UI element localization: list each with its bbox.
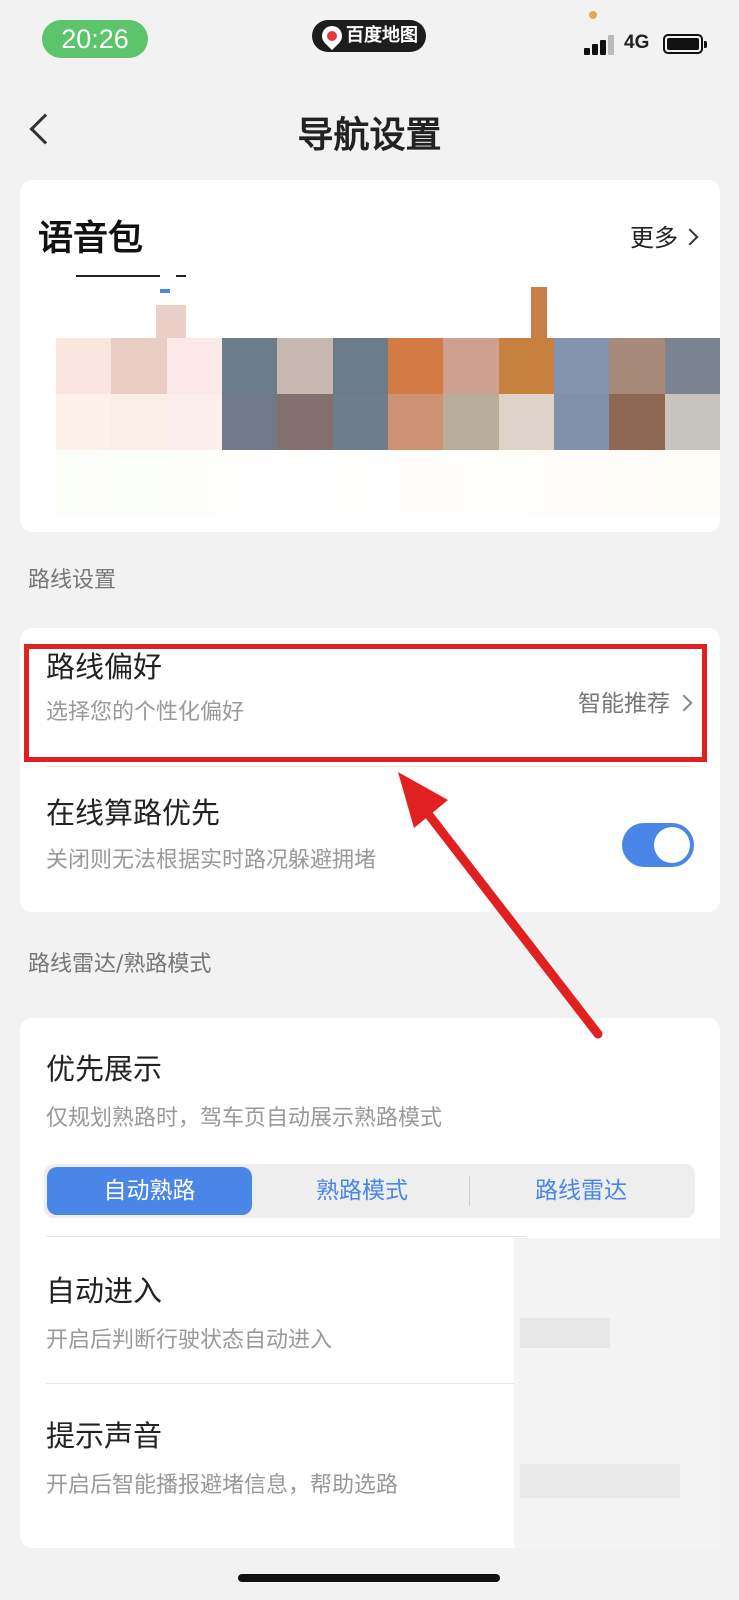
priority-display-segmented-control: 自动熟路 熟路模式 路线雷达 — [44, 1164, 695, 1218]
segment-route-radar[interactable]: 路线雷达 — [470, 1164, 692, 1218]
segment-familiar-mode[interactable]: 熟路模式 — [255, 1164, 469, 1218]
status-bar: 20:26 百度地图 4G — [0, 0, 739, 80]
voice-pack-thumbnails-top — [56, 275, 720, 339]
network-type: 4G — [624, 32, 650, 53]
priority-display-subtitle: 仅规划熟路时，驾车页自动展示熟路模式 — [46, 1106, 443, 1131]
nav-bar: 导航设置 — [0, 80, 739, 175]
toggle-knob — [654, 827, 690, 863]
section-label-route: 路线设置 — [28, 568, 117, 593]
divider — [46, 766, 694, 767]
app-indicator: 百度地图 — [312, 20, 426, 52]
blurred-region — [520, 1318, 610, 1348]
route-settings-card: 路线偏好 选择您的个性化偏好 智能推荐 在线算路优先 关闭则无法根据实时路况躲避… — [20, 628, 720, 912]
sound-title: 提示声音 — [46, 1419, 163, 1453]
auto-enter-title: 自动进入 — [46, 1274, 163, 1308]
status-time: 20:26 — [42, 20, 148, 58]
home-indicator[interactable] — [238, 1574, 500, 1582]
sound-subtitle: 开启后智能播报避堵信息，帮助选路 — [46, 1473, 399, 1498]
map-pin-icon — [317, 21, 347, 51]
radar-settings-card: 优先展示 仅规划熟路时，驾车页自动展示熟路模式 自动熟路 熟路模式 路线雷达 自… — [20, 1018, 720, 1548]
online-priority-row: 在线算路优先 关闭则无法根据实时路况躲避拥堵 — [20, 768, 720, 912]
blurred-region — [514, 1238, 720, 1548]
page-title: 导航设置 — [297, 115, 442, 156]
priority-display-title: 优先展示 — [46, 1052, 163, 1086]
app-name: 百度地图 — [346, 25, 418, 46]
segment-auto-familiar[interactable]: 自动熟路 — [47, 1167, 252, 1215]
voice-pack-title: 语音包 — [38, 219, 144, 259]
annotation-highlight-box — [24, 644, 707, 762]
more-label: 更多 — [630, 224, 678, 252]
blurred-region — [520, 1464, 680, 1498]
battery-icon — [663, 34, 707, 54]
divider — [46, 1383, 526, 1384]
divider — [46, 1236, 526, 1237]
online-priority-subtitle: 关闭则无法根据实时路况躲避拥堵 — [46, 848, 377, 873]
more-link[interactable]: 更多 — [630, 218, 699, 253]
privacy-dot-icon — [589, 11, 597, 19]
section-label-radar: 路线雷达/熟路模式 — [28, 952, 212, 977]
chevron-right-icon — [681, 228, 699, 246]
signal-icon — [584, 33, 616, 55]
voice-pack-card: 语音包 更多 — [20, 180, 720, 532]
voice-pack-thumbnails-bottom — [56, 450, 720, 516]
auto-enter-subtitle: 开启后判断行驶状态自动进入 — [46, 1328, 333, 1353]
online-priority-toggle[interactable] — [622, 823, 694, 867]
voice-pack-thumbnails[interactable] — [56, 338, 720, 450]
online-priority-title: 在线算路优先 — [46, 796, 221, 830]
